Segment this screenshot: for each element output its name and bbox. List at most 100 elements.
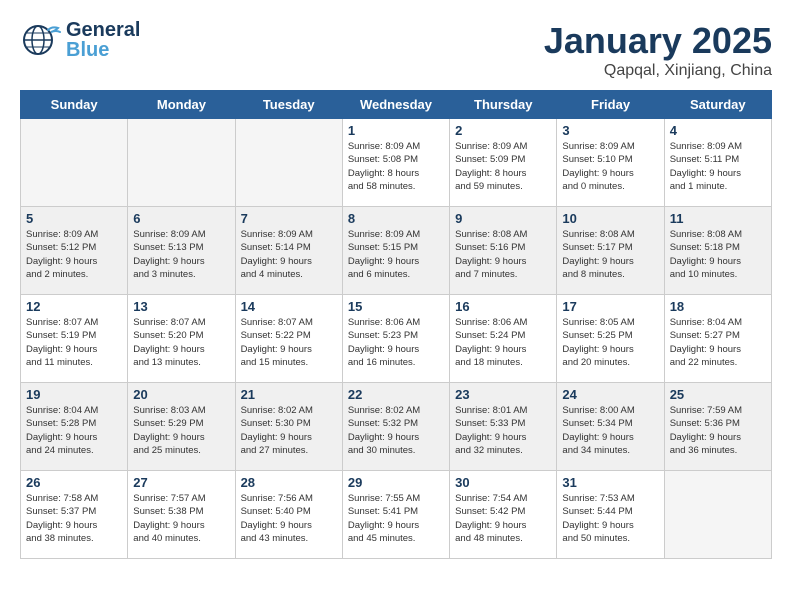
calendar-cell: 9 Sunrise: 8:08 AM Sunset: 5:16 PM Daylig…: [450, 207, 557, 295]
day-info: Sunrise: 8:07 AM Sunset: 5:19 PM Dayligh…: [26, 316, 122, 369]
day-number: 11: [670, 211, 766, 226]
day-header-friday: Friday: [557, 91, 664, 119]
day-info: Sunrise: 8:08 AM Sunset: 5:18 PM Dayligh…: [670, 228, 766, 281]
calendar-cell: 13 Sunrise: 8:07 AM Sunset: 5:20 PM Dayli…: [128, 295, 235, 383]
day-info: Sunrise: 7:57 AM Sunset: 5:38 PM Dayligh…: [133, 492, 229, 545]
calendar-cell: 30 Sunrise: 7:54 AM Sunset: 5:42 PM Dayli…: [450, 471, 557, 559]
calendar-cell: 17Sunrise: 8:05 AM Sunset: 5:25 PM Dayli…: [557, 295, 664, 383]
calendar-cell: 19 Sunrise: 8:04 AM Sunset: 5:28 PM Dayli…: [21, 383, 128, 471]
day-header-thursday: Thursday: [450, 91, 557, 119]
day-info: Sunrise: 8:04 AM Sunset: 5:28 PM Dayligh…: [26, 404, 122, 457]
day-info: Sunrise: 8:09 AM Sunset: 5:12 PM Dayligh…: [26, 228, 122, 281]
calendar-cell: 4 Sunrise: 8:09 AM Sunset: 5:11 PM Daylig…: [664, 119, 771, 207]
day-info: Sunrise: 8:08 AM Sunset: 5:17 PM Dayligh…: [562, 228, 658, 281]
calendar-table: SundayMondayTuesdayWednesdayThursdayFrid…: [20, 90, 772, 559]
day-number: 28: [241, 475, 337, 490]
calendar-cell: 21Sunrise: 8:02 AM Sunset: 5:30 PM Dayli…: [235, 383, 342, 471]
day-info: Sunrise: 7:58 AM Sunset: 5:37 PM Dayligh…: [26, 492, 122, 545]
day-header-saturday: Saturday: [664, 91, 771, 119]
day-number: 4: [670, 123, 766, 138]
logo-blue: Blue: [66, 40, 140, 60]
day-info: Sunrise: 8:09 AM Sunset: 5:14 PM Dayligh…: [241, 228, 337, 281]
calendar-cell: 26 Sunrise: 7:58 AM Sunset: 5:37 PM Dayli…: [21, 471, 128, 559]
day-number: 23: [455, 387, 551, 402]
calendar-week-row: 19 Sunrise: 8:04 AM Sunset: 5:28 PM Dayli…: [21, 383, 772, 471]
day-number: 16: [455, 299, 551, 314]
calendar-cell: 25Sunrise: 7:59 AM Sunset: 5:36 PM Dayli…: [664, 383, 771, 471]
calendar-week-row: 1Sunrise: 8:09 AM Sunset: 5:08 PM Daylig…: [21, 119, 772, 207]
calendar-week-row: 12 Sunrise: 8:07 AM Sunset: 5:19 PM Dayli…: [21, 295, 772, 383]
calendar-cell: 23 Sunrise: 8:01 AM Sunset: 5:33 PM Dayli…: [450, 383, 557, 471]
calendar-cell: 18Sunrise: 8:04 AM Sunset: 5:27 PM Dayli…: [664, 295, 771, 383]
day-number: 14: [241, 299, 337, 314]
day-info: Sunrise: 8:02 AM Sunset: 5:30 PM Dayligh…: [241, 404, 337, 457]
calendar-cell: 27 Sunrise: 7:57 AM Sunset: 5:38 PM Dayli…: [128, 471, 235, 559]
calendar-cell: 28Sunrise: 7:56 AM Sunset: 5:40 PM Dayli…: [235, 471, 342, 559]
day-number: 30: [455, 475, 551, 490]
location: Qapqal, Xinjiang, China: [544, 62, 772, 80]
day-number: 7: [241, 211, 337, 226]
day-header-monday: Monday: [128, 91, 235, 119]
day-info: Sunrise: 8:09 AM Sunset: 5:13 PM Dayligh…: [133, 228, 229, 281]
logo-general: General: [66, 20, 140, 40]
day-info: Sunrise: 8:04 AM Sunset: 5:27 PM Dayligh…: [670, 316, 766, 369]
day-info: Sunrise: 8:07 AM Sunset: 5:20 PM Dayligh…: [133, 316, 229, 369]
calendar-cell: [21, 119, 128, 207]
calendar-cell: 22 Sunrise: 8:02 AM Sunset: 5:32 PM Dayli…: [342, 383, 449, 471]
day-number: 12: [26, 299, 122, 314]
calendar-cell: 8Sunrise: 8:09 AM Sunset: 5:15 PM Daylig…: [342, 207, 449, 295]
calendar-cell: 16 Sunrise: 8:06 AM Sunset: 5:24 PM Dayli…: [450, 295, 557, 383]
day-number: 26: [26, 475, 122, 490]
calendar-cell: 7 Sunrise: 8:09 AM Sunset: 5:14 PM Daylig…: [235, 207, 342, 295]
calendar-cell: 3Sunrise: 8:09 AM Sunset: 5:10 PM Daylig…: [557, 119, 664, 207]
calendar-cell: [128, 119, 235, 207]
day-number: 27: [133, 475, 229, 490]
calendar-cell: 14 Sunrise: 8:07 AM Sunset: 5:22 PM Dayli…: [235, 295, 342, 383]
day-number: 5: [26, 211, 122, 226]
day-number: 31: [562, 475, 658, 490]
calendar-cell: 15Sunrise: 8:06 AM Sunset: 5:23 PM Dayli…: [342, 295, 449, 383]
day-number: 6: [133, 211, 229, 226]
day-info: Sunrise: 8:03 AM Sunset: 5:29 PM Dayligh…: [133, 404, 229, 457]
month-title: January 2025: [544, 20, 772, 62]
day-number: 24: [562, 387, 658, 402]
day-number: 9: [455, 211, 551, 226]
day-header-sunday: Sunday: [21, 91, 128, 119]
calendar-cell: 10 Sunrise: 8:08 AM Sunset: 5:17 PM Dayli…: [557, 207, 664, 295]
day-info: Sunrise: 8:02 AM Sunset: 5:32 PM Dayligh…: [348, 404, 444, 457]
calendar-cell: 20Sunrise: 8:03 AM Sunset: 5:29 PM Dayli…: [128, 383, 235, 471]
day-info: Sunrise: 8:00 AM Sunset: 5:34 PM Dayligh…: [562, 404, 658, 457]
day-info: Sunrise: 8:01 AM Sunset: 5:33 PM Dayligh…: [455, 404, 551, 457]
day-header-wednesday: Wednesday: [342, 91, 449, 119]
calendar-cell: 12 Sunrise: 8:07 AM Sunset: 5:19 PM Dayli…: [21, 295, 128, 383]
day-header-tuesday: Tuesday: [235, 91, 342, 119]
day-number: 29: [348, 475, 444, 490]
calendar-cell: [664, 471, 771, 559]
day-info: Sunrise: 8:07 AM Sunset: 5:22 PM Dayligh…: [241, 316, 337, 369]
title-block: January 2025 Qapqal, Xinjiang, China: [544, 20, 772, 80]
day-number: 13: [133, 299, 229, 314]
calendar-cell: 2Sunrise: 8:09 AM Sunset: 5:09 PM Daylig…: [450, 119, 557, 207]
calendar-cell: [235, 119, 342, 207]
calendar-cell: 29 Sunrise: 7:55 AM Sunset: 5:41 PM Dayli…: [342, 471, 449, 559]
day-info: Sunrise: 8:08 AM Sunset: 5:16 PM Dayligh…: [455, 228, 551, 281]
day-number: 19: [26, 387, 122, 402]
day-number: 10: [562, 211, 658, 226]
day-info: Sunrise: 8:05 AM Sunset: 5:25 PM Dayligh…: [562, 316, 658, 369]
day-info: Sunrise: 8:09 AM Sunset: 5:11 PM Dayligh…: [670, 140, 766, 193]
day-number: 8: [348, 211, 444, 226]
calendar-cell: 31 Sunrise: 7:53 AM Sunset: 5:44 PM Dayli…: [557, 471, 664, 559]
day-info: Sunrise: 7:54 AM Sunset: 5:42 PM Dayligh…: [455, 492, 551, 545]
calendar-cell: 11 Sunrise: 8:08 AM Sunset: 5:18 PM Dayli…: [664, 207, 771, 295]
day-info: Sunrise: 7:53 AM Sunset: 5:44 PM Dayligh…: [562, 492, 658, 545]
calendar-cell: 1Sunrise: 8:09 AM Sunset: 5:08 PM Daylig…: [342, 119, 449, 207]
day-info: Sunrise: 8:06 AM Sunset: 5:23 PM Dayligh…: [348, 316, 444, 369]
calendar-week-row: 26 Sunrise: 7:58 AM Sunset: 5:37 PM Dayli…: [21, 471, 772, 559]
calendar-cell: 24 Sunrise: 8:00 AM Sunset: 5:34 PM Dayli…: [557, 383, 664, 471]
day-number: 25: [670, 387, 766, 402]
day-info: Sunrise: 8:06 AM Sunset: 5:24 PM Dayligh…: [455, 316, 551, 369]
day-number: 22: [348, 387, 444, 402]
calendar-cell: 5 Sunrise: 8:09 AM Sunset: 5:12 PM Daylig…: [21, 207, 128, 295]
day-info: Sunrise: 7:55 AM Sunset: 5:41 PM Dayligh…: [348, 492, 444, 545]
day-info: Sunrise: 8:09 AM Sunset: 5:09 PM Dayligh…: [455, 140, 551, 193]
